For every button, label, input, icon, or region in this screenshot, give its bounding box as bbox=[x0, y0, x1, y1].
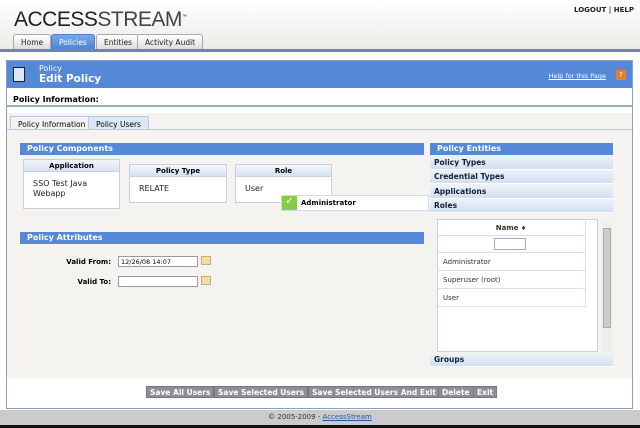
policy-icon bbox=[13, 67, 25, 82]
separator: | bbox=[608, 6, 612, 14]
help-page-link[interactable]: Help for this Page bbox=[548, 72, 606, 80]
policy-type-label: Policy Type bbox=[130, 165, 226, 177]
accessstream-link[interactable]: AccessStream bbox=[323, 413, 372, 421]
logo: ACCESSSTREAM™ bbox=[14, 8, 187, 31]
nav-tab-activity-audit[interactable]: Activity Audit bbox=[137, 34, 204, 49]
calendar-icon[interactable] bbox=[201, 256, 211, 265]
valid-from-input[interactable]: 12/26/08 14:07 bbox=[118, 256, 198, 267]
check-icon: ✓ bbox=[282, 196, 297, 210]
tab-policy-users[interactable]: Policy Users bbox=[88, 116, 149, 130]
accordion-roles[interactable]: Roles bbox=[430, 199, 613, 213]
top-links: LOGOUT | HELP bbox=[574, 6, 634, 14]
grid-row[interactable]: User bbox=[437, 289, 586, 307]
accordion-applications[interactable]: Applications bbox=[430, 185, 613, 199]
name-column-header[interactable]: Name ♦ bbox=[437, 219, 586, 236]
role-label: Role bbox=[236, 165, 331, 177]
scrollbar-thumb[interactable] bbox=[603, 228, 611, 328]
tab-policy-information[interactable]: Policy Information bbox=[10, 116, 94, 130]
save-selected-users-button[interactable]: Save Selected Users bbox=[214, 386, 309, 398]
dragged-role-label: Administrator bbox=[301, 199, 356, 207]
calendar-icon[interactable] bbox=[201, 276, 211, 285]
valid-to-input[interactable] bbox=[118, 276, 198, 287]
delete-button[interactable]: Delete bbox=[438, 386, 474, 398]
policy-type-value: RELATE bbox=[139, 184, 170, 193]
filter-row bbox=[437, 236, 586, 253]
policy-entities-header: Policy Entities bbox=[430, 143, 613, 155]
valid-from-label: Valid From: bbox=[66, 258, 111, 266]
page-title: Edit Policy bbox=[39, 73, 102, 85]
grid-row[interactable]: Superuser (root) bbox=[437, 271, 586, 289]
accordion-credential-types[interactable]: Credential Types bbox=[430, 170, 613, 184]
title-bar: Policy Edit Policy Help for this Page ? bbox=[7, 61, 632, 88]
footer: © 2005-2009 - AccessStream bbox=[0, 410, 640, 425]
logo-text: ACCESS bbox=[14, 8, 98, 31]
accordion-groups[interactable]: Groups bbox=[430, 353, 613, 367]
help-link[interactable]: HELP bbox=[614, 6, 634, 14]
nav-tab-home[interactable]: Home bbox=[13, 34, 52, 49]
name-filter-input[interactable] bbox=[494, 238, 526, 250]
policy-components-header: Policy Components bbox=[20, 143, 424, 155]
policy-info-label: Policy Information: bbox=[7, 88, 632, 107]
column-label: Name bbox=[495, 224, 519, 232]
policy-type-box[interactable]: Policy Type RELATE bbox=[129, 164, 227, 203]
grid-row[interactable]: Administrator bbox=[437, 253, 586, 271]
application-box[interactable]: Application SSO Test Java Webapp bbox=[23, 159, 120, 209]
valid-to-label: Valid To: bbox=[77, 278, 111, 286]
nav-divider bbox=[0, 49, 640, 52]
save-all-users-button[interactable]: Save All Users bbox=[146, 386, 215, 398]
logout-link[interactable]: LOGOUT bbox=[574, 6, 606, 14]
accordion-policy-types[interactable]: Policy Types bbox=[430, 156, 613, 170]
copyright: © 2005-2009 - bbox=[268, 413, 323, 421]
save-selected-and-exit-button[interactable]: Save Selected Users And Exit bbox=[308, 386, 440, 398]
help-icon[interactable]: ? bbox=[616, 70, 626, 80]
section-label: Policy bbox=[39, 64, 63, 73]
application-label: Application bbox=[24, 160, 119, 172]
sort-icon: ♦ bbox=[520, 225, 527, 232]
application-value: SSO Test Java Webapp bbox=[33, 179, 88, 198]
exit-button[interactable]: Exit bbox=[473, 386, 498, 398]
policy-attributes-header: Policy Attributes bbox=[20, 232, 424, 244]
nav-tab-entities[interactable]: Entities bbox=[96, 34, 141, 49]
logo-text-2: STREAM bbox=[97, 8, 182, 31]
nav-tab-policies[interactable]: Policies bbox=[51, 34, 95, 49]
dragged-role-item[interactable]: ✓ Administrator bbox=[281, 195, 429, 211]
